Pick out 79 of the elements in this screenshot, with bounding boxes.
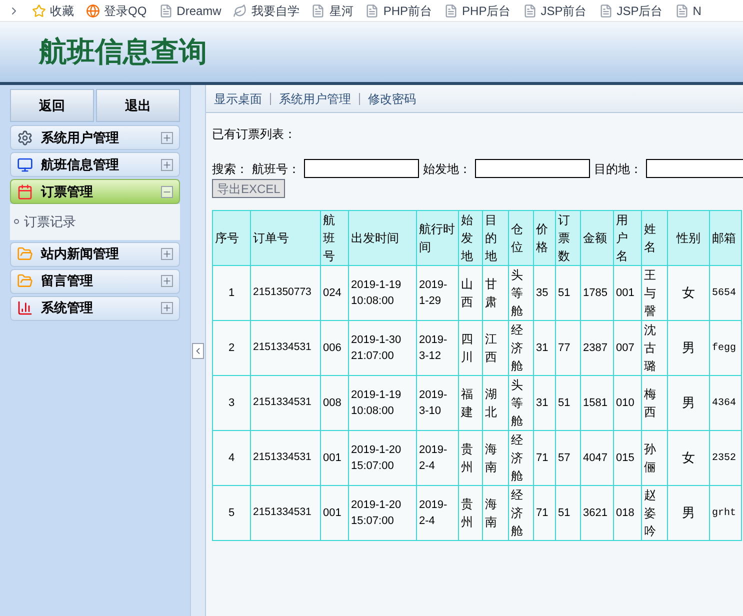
menu-group-header[interactable]: 订票管理: [10, 179, 180, 204]
menu-group-label: 订票管理: [41, 182, 94, 201]
menu-group-label: 航班信息管理: [41, 156, 120, 174]
bookmark-link[interactable]: 我要自学: [233, 2, 300, 20]
export-button[interactable]: 导出EXCEL: [212, 179, 286, 198]
bookmark-link[interactable]: PHP后台: [444, 2, 511, 20]
expand-icon[interactable]: [161, 302, 173, 314]
table-cell: 71: [534, 486, 556, 540]
bookmark-link[interactable]: PHP前台: [365, 2, 432, 20]
table-cell: 5: [212, 486, 250, 540]
expand-icon[interactable]: [161, 158, 173, 170]
gear-icon: [17, 130, 33, 146]
table-cell: 贵州: [458, 486, 482, 540]
bookmark-link[interactable]: N: [674, 2, 702, 20]
table-cell: 2019-1-20 15:07:00: [348, 486, 416, 540]
bookmark-link[interactable]: 收藏: [32, 2, 74, 20]
table-cell: 3621: [580, 486, 614, 540]
table-cell: 001: [320, 486, 348, 540]
sidebar-button[interactable]: 退出: [96, 89, 180, 122]
page-icon: [158, 4, 173, 18]
table-cell: 经济舱: [508, 486, 534, 540]
column-header: 价格: [534, 210, 556, 266]
bookmark-link[interactable]: Dreamw: [158, 2, 222, 20]
menu-group-label: 留言管理: [41, 272, 94, 290]
bookmark-link[interactable]: 星河: [311, 2, 354, 20]
submenu-item[interactable]: 订票记录: [14, 212, 176, 232]
table-cell: 海南: [482, 486, 508, 540]
table-cell: 赵姿吟: [642, 486, 668, 540]
folder-icon: [17, 246, 33, 262]
search-label: 搜索：: [212, 160, 248, 178]
search-field[interactable]: [646, 159, 743, 178]
page-icon: [522, 4, 537, 18]
page-icon: [444, 4, 458, 18]
bullet-icon: [14, 219, 19, 224]
bar-chart-icon: [17, 300, 33, 316]
menu-group-header[interactable]: 站内新闻管理: [10, 242, 180, 266]
menu-group-header[interactable]: 航班信息管理: [10, 152, 180, 177]
page-icon: [674, 4, 689, 18]
table-cell: 2019-2-4: [416, 486, 458, 540]
field-label: 航班号：: [252, 160, 300, 178]
top-link[interactable]: 系统用户管理: [279, 90, 351, 108]
top-link[interactable]: 修改密码: [368, 90, 416, 108]
leaf-icon: [233, 4, 248, 18]
bookmark-link[interactable]: JSP后台: [598, 2, 663, 20]
page-icon: [311, 4, 326, 18]
page-title: 航班信息查询: [39, 34, 207, 70]
menu-group-header[interactable]: 留言管理: [10, 268, 180, 294]
search-field[interactable]: [475, 159, 590, 178]
menu-group-label: 站内新闻管理: [41, 245, 120, 264]
menu-group-label: 系统用户管理: [41, 128, 120, 147]
table-cell: 51: [556, 486, 580, 540]
calendar-icon: [17, 184, 33, 200]
collapse-sidebar-icon[interactable]: [192, 342, 204, 358]
table-cell: 2151334531: [250, 486, 320, 540]
sidebar-button[interactable]: 返回: [10, 89, 94, 122]
table-cell: 018: [614, 486, 642, 540]
field-label: 始发地：: [423, 160, 471, 178]
star-icon: [32, 4, 46, 18]
table-cell: grht: [710, 486, 742, 540]
expand-icon[interactable]: [161, 132, 173, 144]
folder-icon: [17, 273, 33, 289]
bookmark-link[interactable]: JSP前台: [522, 2, 587, 20]
monitor-icon: [17, 156, 33, 172]
collapse-icon[interactable]: [161, 186, 173, 198]
page-icon: [598, 4, 613, 18]
search-field[interactable]: [304, 159, 419, 178]
field-label: 目的地：: [594, 160, 642, 178]
column-header: 序号: [212, 210, 250, 266]
globe-icon: [86, 4, 100, 18]
menu-group-label: 系统管理: [41, 299, 94, 318]
top-link[interactable]: 显示桌面: [214, 90, 262, 108]
expand-icon[interactable]: [161, 275, 173, 287]
list-title: 已有订票列表：: [212, 126, 297, 143]
page-icon: [365, 4, 380, 18]
menu-group-header[interactable]: 系统用户管理: [10, 125, 180, 150]
bookmark-link[interactable]: 登录QQ: [86, 2, 147, 20]
table-cell: 男: [668, 486, 710, 540]
menu-group-header[interactable]: 系统管理: [10, 296, 180, 320]
expand-icon[interactable]: [161, 248, 173, 260]
